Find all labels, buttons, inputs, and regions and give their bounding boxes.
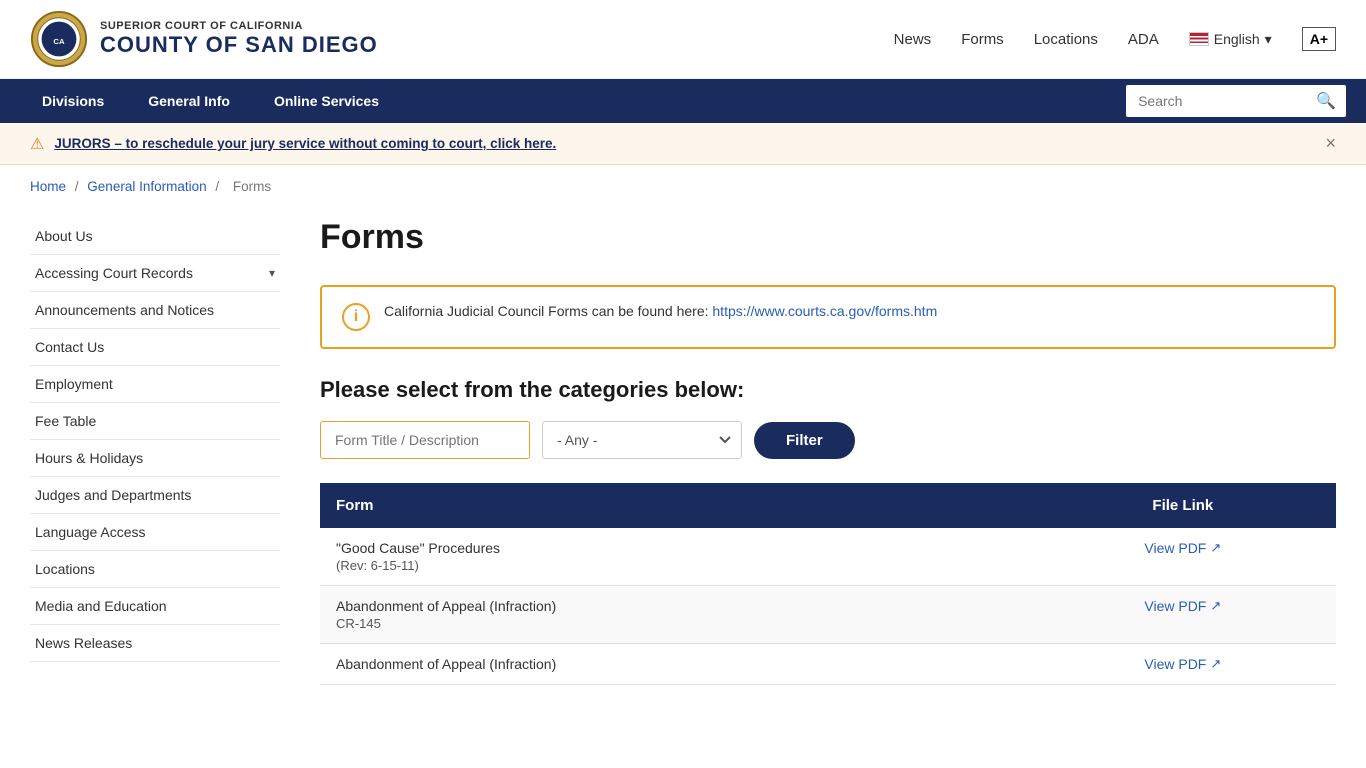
table-row: "Good Cause" Procedures (Rev: 6-15-11) V… [320, 528, 1336, 586]
sidebar-item[interactable]: Contact Us [30, 329, 280, 366]
alert-icon: ⚠ [30, 134, 44, 154]
alert-link[interactable]: JURORS – to reschedule your jury service… [54, 136, 556, 151]
info-box: i California Judicial Council Forms can … [320, 285, 1336, 349]
search-box: 🔍 [1126, 85, 1346, 117]
search-input[interactable] [1126, 87, 1306, 115]
sidebar-item-label: Fee Table [35, 413, 96, 429]
search-button[interactable]: 🔍 [1306, 85, 1346, 117]
col-form: Form [320, 483, 1030, 528]
breadcrumb-home[interactable]: Home [30, 179, 66, 194]
site-header: CA SUPERIOR COURT OF CALIFORNIA COUNTY O… [0, 0, 1366, 79]
breadcrumb-current: Forms [233, 179, 271, 194]
sidebar-item[interactable]: Language Access [30, 514, 280, 551]
language-label: English [1214, 31, 1260, 47]
search-wrapper: 🔍 [1126, 85, 1346, 117]
form-title-input[interactable] [320, 421, 530, 459]
logo-bottom-line: COUNTY OF SAN DIEGO [100, 32, 378, 58]
flag-icon [1189, 32, 1209, 46]
sidebar-item[interactable]: Locations [30, 551, 280, 588]
nav-locations[interactable]: Locations [1034, 31, 1098, 48]
view-pdf-link[interactable]: View PDF ↗ [1144, 540, 1221, 556]
forms-table: Form File Link "Good Cause" Procedures (… [320, 483, 1336, 685]
external-link-icon: ↗ [1210, 656, 1221, 672]
sidebar-item[interactable]: About Us [30, 218, 280, 255]
svg-text:CA: CA [53, 37, 65, 46]
search-icon: 🔍 [1316, 93, 1336, 110]
sidebar-item[interactable]: News Releases [30, 625, 280, 662]
sidebar-item-label: About Us [35, 228, 93, 244]
court-seal-icon: CA [30, 10, 88, 68]
info-box-link[interactable]: https://www.courts.ca.gov/forms.htm [712, 303, 937, 319]
table-header-row: Form File Link [320, 483, 1336, 528]
table-row: Abandonment of Appeal (Infraction) CR-14… [320, 586, 1336, 644]
sidebar-item-label: News Releases [35, 635, 132, 651]
breadcrumb-sep-1: / [75, 179, 83, 194]
breadcrumb: Home / General Information / Forms [0, 165, 1366, 208]
nav-general-info[interactable]: General Info [126, 79, 252, 123]
info-box-text: California Judicial Council Forms can be… [384, 303, 937, 319]
sidebar-item[interactable]: Accessing Court Records ▾ [30, 255, 280, 292]
category-select[interactable]: - Any -CivilCriminalFamily LawProbateSma… [542, 421, 742, 459]
sidebar-item-label: Accessing Court Records [35, 265, 193, 281]
sidebar-item[interactable]: Announcements and Notices [30, 292, 280, 329]
main-content: Forms i California Judicial Council Form… [320, 208, 1336, 685]
sidebar-item-label: Language Access [35, 524, 146, 540]
nav-news[interactable]: News [894, 31, 932, 48]
breadcrumb-general-info[interactable]: General Information [87, 179, 206, 194]
sidebar: About Us Accessing Court Records ▾ Announce… [30, 208, 280, 685]
logo-text: SUPERIOR COURT OF CALIFORNIA COUNTY OF S… [100, 20, 378, 58]
main-nav: News Forms Locations ADA English ▾ A+ [894, 27, 1336, 51]
filter-row: - Any -CivilCriminalFamily LawProbateSma… [320, 421, 1336, 459]
sidebar-item-label: Announcements and Notices [35, 302, 214, 318]
sidebar-item-label: Judges and Departments [35, 487, 191, 503]
external-link-icon: ↗ [1210, 540, 1221, 556]
language-selector[interactable]: English ▾ [1189, 31, 1272, 48]
sidebar-item[interactable]: Employment [30, 366, 280, 403]
view-pdf-link[interactable]: View PDF ↗ [1144, 656, 1221, 672]
info-icon: i [342, 303, 370, 331]
form-name: Abandonment of Appeal (Infraction) [336, 656, 1014, 672]
secondary-nav: Divisions General Info Online Services 🔍 [0, 79, 1366, 123]
alert-banner: ⚠ JURORS – to reschedule your jury servi… [0, 123, 1366, 165]
info-box-label: California Judicial Council Forms can be… [384, 303, 709, 319]
sidebar-item[interactable]: Judges and Departments [30, 477, 280, 514]
sidebar-item-label: Employment [35, 376, 113, 392]
view-pdf-link[interactable]: View PDF ↗ [1144, 598, 1221, 614]
filter-button[interactable]: Filter [754, 422, 855, 459]
form-name: Abandonment of Appeal (Infraction) [336, 598, 1014, 614]
category-heading: Please select from the categories below: [320, 377, 1336, 403]
page-title: Forms [320, 218, 1336, 257]
breadcrumb-sep-2: / [215, 179, 223, 194]
form-code: CR-145 [336, 616, 1014, 631]
col-file-link: File Link [1030, 483, 1336, 528]
language-chevron-icon: ▾ [1265, 31, 1272, 48]
chevron-down-icon: ▾ [269, 266, 275, 280]
logo-area: CA SUPERIOR COURT OF CALIFORNIA COUNTY O… [30, 10, 378, 68]
main-layout: About Us Accessing Court Records ▾ Announce… [0, 208, 1366, 725]
sidebar-item[interactable]: Media and Education [30, 588, 280, 625]
sidebar-item-label: Locations [35, 561, 95, 577]
table-body: "Good Cause" Procedures (Rev: 6-15-11) V… [320, 528, 1336, 685]
sidebar-item-label: Contact Us [35, 339, 104, 355]
nav-forms[interactable]: Forms [961, 31, 1004, 48]
form-code: (Rev: 6-15-11) [336, 558, 1014, 573]
nav-ada[interactable]: ADA [1128, 31, 1159, 48]
sidebar-item-label: Hours & Holidays [35, 450, 143, 466]
sidebar-item[interactable]: Fee Table [30, 403, 280, 440]
form-name: "Good Cause" Procedures [336, 540, 1014, 556]
sidebar-item-label: Media and Education [35, 598, 167, 614]
logo-top-line: SUPERIOR COURT OF CALIFORNIA [100, 20, 378, 32]
font-size-button[interactable]: A+ [1302, 27, 1336, 51]
nav-online-services[interactable]: Online Services [252, 79, 401, 123]
table-row: Abandonment of Appeal (Infraction) View … [320, 644, 1336, 685]
external-link-icon: ↗ [1210, 598, 1221, 614]
sidebar-item[interactable]: Hours & Holidays [30, 440, 280, 477]
alert-close-button[interactable]: × [1325, 133, 1336, 154]
nav-divisions[interactable]: Divisions [20, 79, 126, 123]
